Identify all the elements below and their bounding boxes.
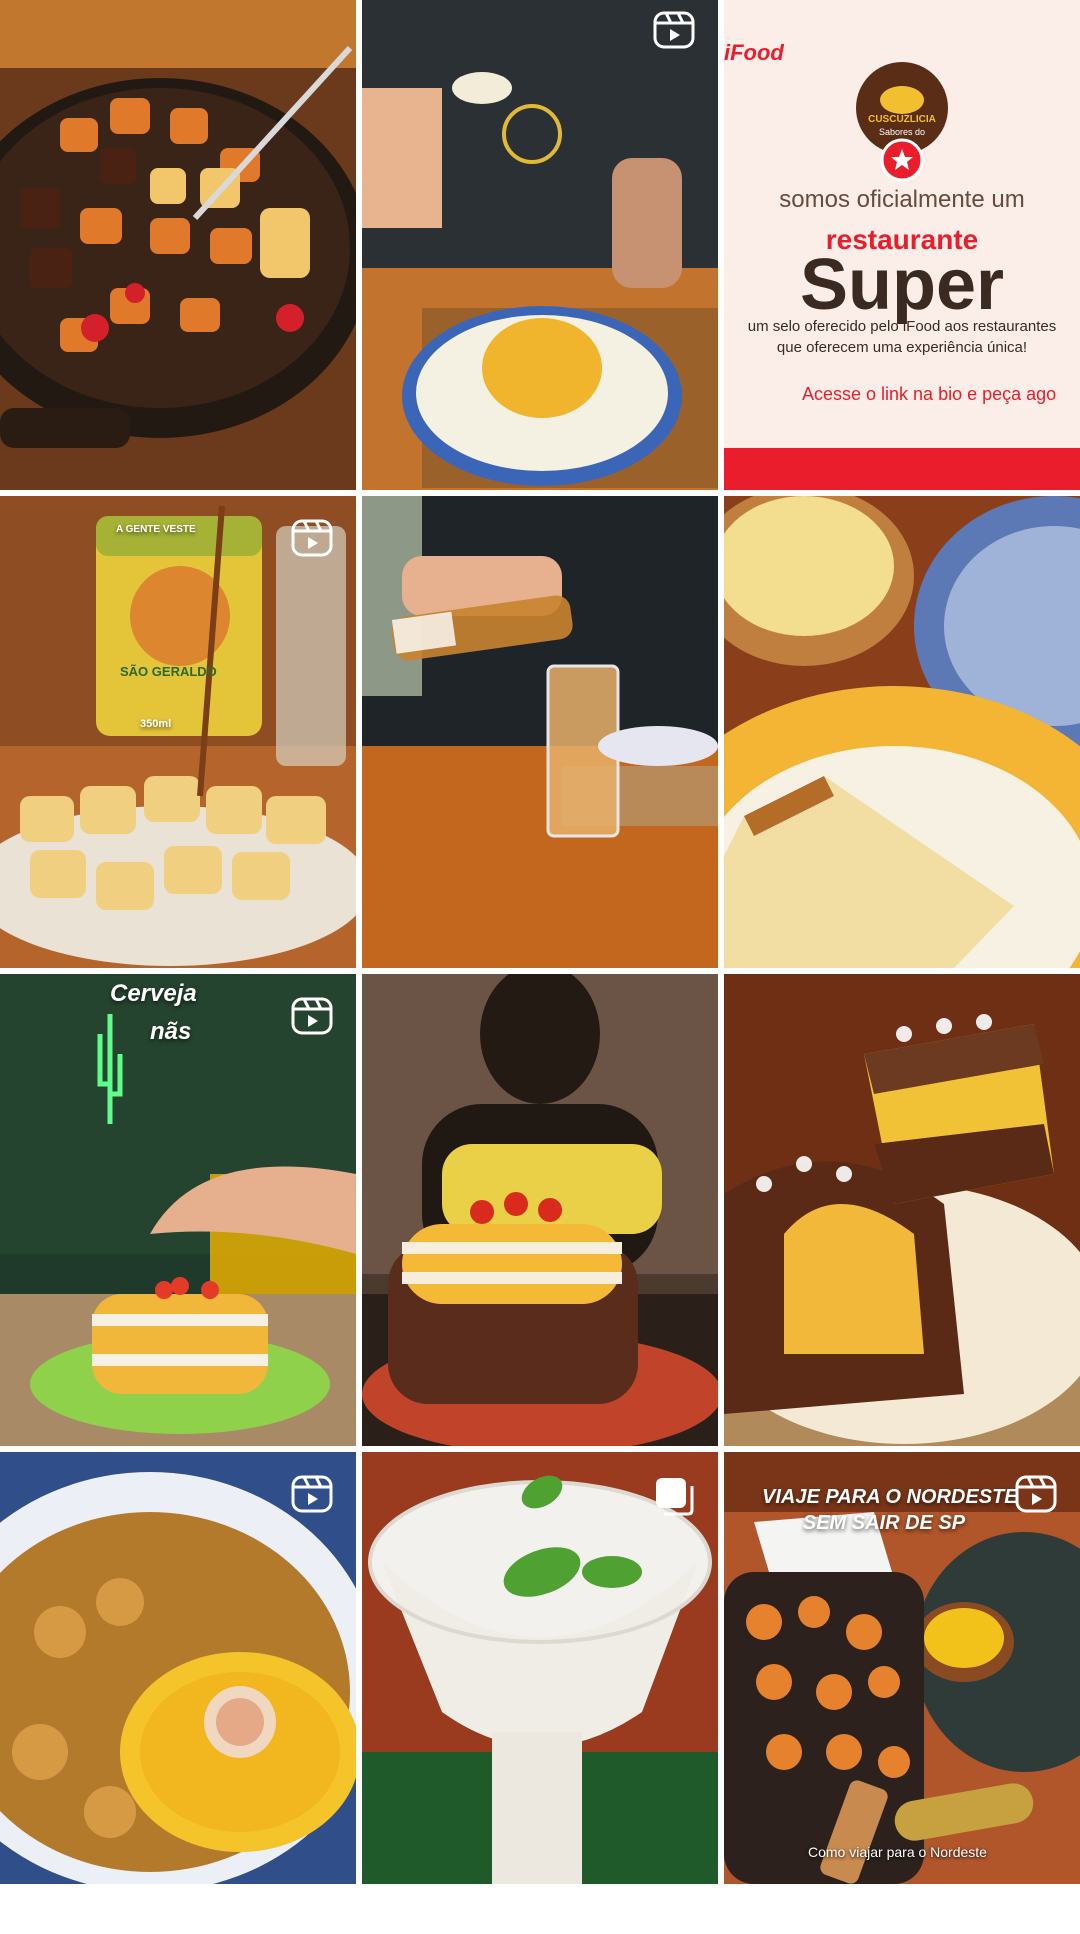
grid-post-3[interactable]: iFood CUSCUZLICIA Sabores do somos ofici… bbox=[724, 0, 1080, 490]
coconut-cake-photo bbox=[724, 974, 1080, 1446]
reel-icon bbox=[291, 997, 333, 1035]
promo-line-6: Acesse o link na bio e peça ago bbox=[802, 384, 1057, 404]
neon-text-2: nãs bbox=[150, 1018, 192, 1045]
skillet-photo bbox=[0, 0, 356, 490]
statue-cuscuz-photo bbox=[362, 974, 718, 1446]
reel-icon bbox=[291, 1475, 333, 1513]
nordeste-caption: Como viajar para o Nordeste bbox=[808, 1844, 987, 1860]
grid-post-2[interactable] bbox=[362, 0, 718, 490]
nordeste-title-2: SEM SAIR DE SP bbox=[802, 1512, 966, 1534]
grid-post-6[interactable] bbox=[724, 496, 1080, 968]
brand-name: CUSCUZLICIA bbox=[868, 114, 936, 125]
multiple-photos-icon bbox=[656, 1478, 694, 1516]
neon-text-1: Cerveja bbox=[110, 980, 197, 1007]
promo-line-1: somos oficialmente um bbox=[779, 186, 1025, 213]
reel-icon bbox=[1015, 1475, 1057, 1513]
cake-plate-photo bbox=[724, 496, 1080, 968]
grid-post-10[interactable] bbox=[0, 1452, 356, 1884]
brand-sub: Sabores do bbox=[878, 127, 926, 137]
grid-post-7[interactable]: Cerveja nãs bbox=[0, 974, 356, 1446]
grid-post-11[interactable] bbox=[362, 1452, 718, 1884]
ifood-logo-text: iFood bbox=[724, 40, 784, 65]
grid-post-1[interactable] bbox=[0, 0, 356, 490]
grid-post-9[interactable] bbox=[724, 974, 1080, 1446]
grid-post-4[interactable]: A GENTE VESTE SÃO GERALDO 350ml bbox=[0, 496, 356, 968]
can-top-text: A GENTE VESTE bbox=[116, 524, 196, 535]
pouring-drink-photo bbox=[362, 496, 718, 968]
can-brand-text: SÃO GERALDO bbox=[120, 664, 217, 679]
nordeste-title-1: VIAJE PARA O NORDESTE bbox=[762, 1486, 1018, 1508]
reel-icon bbox=[291, 519, 333, 557]
promo-line-3: Super bbox=[799, 245, 1005, 325]
reel-icon bbox=[653, 11, 695, 49]
cuscuz-plate-photo bbox=[362, 0, 718, 490]
promo-line-5: que oferecem uma experiência única! bbox=[776, 339, 1028, 356]
shrimp-curry-photo bbox=[0, 1452, 356, 1884]
can-volume-text: 350ml bbox=[140, 718, 172, 730]
grid-post-5[interactable] bbox=[362, 496, 718, 968]
fried-cubes-photo bbox=[0, 496, 356, 968]
promo-line-4: um selo oferecido pelo iFood aos restaur… bbox=[747, 318, 1057, 335]
grid-post-8[interactable] bbox=[362, 974, 718, 1446]
grid-post-12[interactable]: VIAJE PARA O NORDESTE SEM SAIR DE SP Com… bbox=[724, 1452, 1080, 1884]
